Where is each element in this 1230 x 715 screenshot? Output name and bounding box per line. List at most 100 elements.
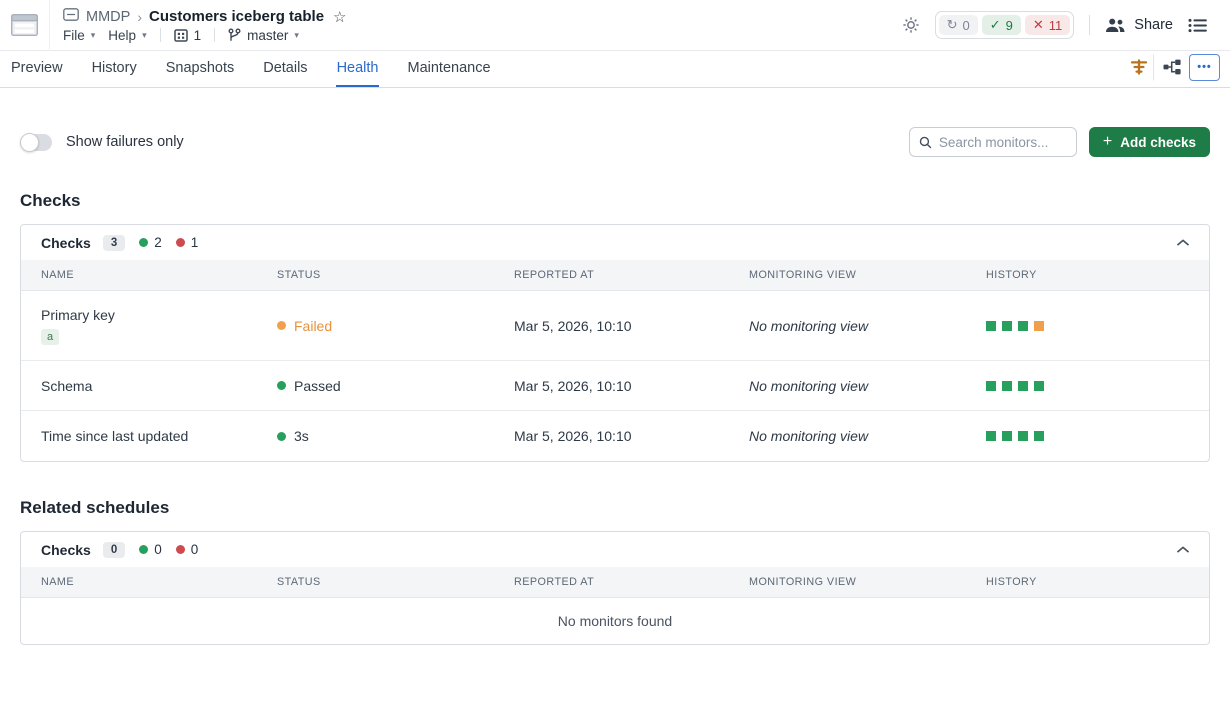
status-cell: Failed (257, 318, 494, 334)
tab-maintenance[interactable]: Maintenance (406, 51, 491, 87)
search-monitors-box (909, 127, 1077, 157)
funnel-chart-icon (1130, 59, 1148, 75)
tab-snapshots[interactable]: Snapshots (165, 51, 236, 87)
checks-table-header: NAME STATUS REPORTED AT MONITORING VIEW … (21, 260, 1209, 291)
history-dot[interactable] (986, 321, 996, 331)
header-left: MMDP › Customers iceberg table ☆ File ▾ … (63, 8, 347, 43)
list-view-icon[interactable] (1188, 18, 1207, 33)
history-dot[interactable] (1002, 381, 1012, 391)
branch-selector[interactable]: master ▾ (228, 28, 299, 43)
collapse-chevron-icon[interactable] (1177, 546, 1189, 553)
file-menu-label: File (63, 28, 85, 43)
checks-panel-header[interactable]: Checks 3 2 1 (21, 225, 1209, 260)
divider (160, 28, 161, 42)
branch-name: master (247, 28, 288, 43)
add-checks-label: Add checks (1120, 135, 1196, 150)
history-dot[interactable] (986, 381, 996, 391)
failed-count-pill[interactable]: ✕ 11 (1025, 15, 1070, 35)
history-dot[interactable] (1002, 431, 1012, 441)
failed-stat-count: 0 (191, 542, 199, 557)
passed-count: 9 (1006, 18, 1013, 33)
toggle-knob (20, 133, 39, 152)
help-menu[interactable]: Help ▾ (108, 28, 146, 43)
column-header-status: STATUS (257, 576, 494, 588)
status-dot (277, 381, 286, 390)
check-name: Schema (41, 378, 257, 394)
history-dot[interactable] (1018, 431, 1028, 441)
history-dot[interactable] (1034, 431, 1044, 441)
chevron-down-icon: ▾ (142, 30, 147, 41)
history-cell (966, 381, 1209, 391)
more-options-button[interactable]: ••• (1189, 54, 1220, 81)
column-header-monitoring-view: MONITORING VIEW (729, 576, 966, 588)
breadcrumb-project[interactable]: MMDP (86, 9, 130, 25)
share-label: Share (1134, 17, 1173, 33)
history-dot[interactable] (1034, 381, 1044, 391)
search-monitors-input[interactable] (939, 135, 1067, 150)
top-header: MMDP › Customers iceberg table ☆ File ▾ … (0, 0, 1230, 51)
check-name-cell: Time since last updated (21, 428, 257, 444)
table-row[interactable]: Time since last updated 3s Mar 5, 2026, … (21, 411, 1209, 461)
green-dot (139, 238, 148, 247)
environment-count: 1 (194, 28, 202, 43)
passed-stat: 2 (139, 235, 162, 250)
failed-stat: 1 (176, 235, 199, 250)
file-menu[interactable]: File ▾ (63, 28, 95, 43)
history-dot[interactable] (1002, 321, 1012, 331)
passed-count-pill[interactable]: ✓ 9 (982, 15, 1021, 35)
monitoring-view-cell: No monitoring view (729, 378, 966, 394)
monitoring-view-cell: No monitoring view (729, 318, 966, 334)
show-failures-toggle[interactable] (20, 134, 52, 151)
checks-section-heading: Checks (20, 191, 1210, 211)
schedules-panel-header[interactable]: Checks 0 0 0 (21, 532, 1209, 567)
chevron-right-icon: › (137, 9, 142, 25)
column-header-monitoring-view: MONITORING VIEW (729, 269, 966, 281)
passed-stat-count: 0 (154, 542, 162, 557)
related-schedules-panel: Checks 0 0 0 NAME STATUS REPORTED AT MON… (20, 531, 1210, 645)
column-header-status: STATUS (257, 269, 494, 281)
share-button[interactable]: Share (1105, 17, 1173, 33)
checks-panel: Checks 3 2 1 NAME STATUS REPORTED AT MON… (20, 224, 1210, 462)
tab-health[interactable]: Health (336, 51, 380, 87)
table-logo-icon (11, 14, 38, 36)
history-dot[interactable] (1018, 321, 1028, 331)
column-header-reported-at: REPORTED AT (494, 576, 729, 588)
table-row[interactable]: Schema Passed Mar 5, 2026, 10:10 No moni… (21, 361, 1209, 411)
people-icon (1105, 18, 1126, 33)
page-title: Customers iceberg table (149, 8, 324, 25)
health-content: Show failures only + Add checks Checks C… (0, 127, 1230, 645)
status-cell: Passed (257, 378, 494, 394)
star-icon[interactable]: ☆ (333, 8, 346, 26)
check-name-cell: Schema (21, 378, 257, 394)
header-right: ↻ 0 ✓ 9 ✕ 11 Share (902, 11, 1230, 39)
reported-at-cell: Mar 5, 2026, 10:10 (494, 318, 729, 334)
plus-icon: + (1103, 134, 1112, 150)
add-checks-button[interactable]: + Add checks (1089, 127, 1210, 157)
history-dot[interactable] (1018, 381, 1028, 391)
collapse-chevron-icon[interactable] (1177, 239, 1189, 246)
tab-preview[interactable]: Preview (10, 51, 64, 87)
funnel-chart-view-button[interactable] (1123, 54, 1154, 81)
app-logo[interactable] (0, 0, 50, 51)
column-header-name: NAME (21, 576, 257, 588)
tab-history[interactable]: History (91, 51, 138, 87)
pending-count-pill[interactable]: ↻ 0 (939, 15, 978, 35)
monitoring-view-cell: No monitoring view (729, 428, 966, 444)
status-cell: 3s (257, 428, 494, 444)
history-cell (966, 431, 1209, 441)
history-dot[interactable] (1034, 321, 1044, 331)
tab-details[interactable]: Details (262, 51, 308, 87)
check-icon: ✓ (990, 17, 1001, 33)
status-dot (277, 321, 286, 330)
ellipsis-icon: ••• (1197, 61, 1212, 73)
lineage-view-button[interactable] (1156, 54, 1187, 81)
check-name: Primary key (41, 307, 257, 323)
theme-sun-icon[interactable] (902, 16, 920, 34)
empty-state-message: No monitors found (21, 598, 1209, 644)
history-dot[interactable] (986, 431, 996, 441)
checks-total-badge: 3 (103, 235, 125, 251)
divider (1089, 15, 1090, 35)
checks-panel-title: Checks (41, 235, 91, 251)
environment-indicator[interactable]: 1 (174, 28, 202, 43)
table-row[interactable]: Primary key a Failed Mar 5, 2026, 10:10 … (21, 291, 1209, 361)
